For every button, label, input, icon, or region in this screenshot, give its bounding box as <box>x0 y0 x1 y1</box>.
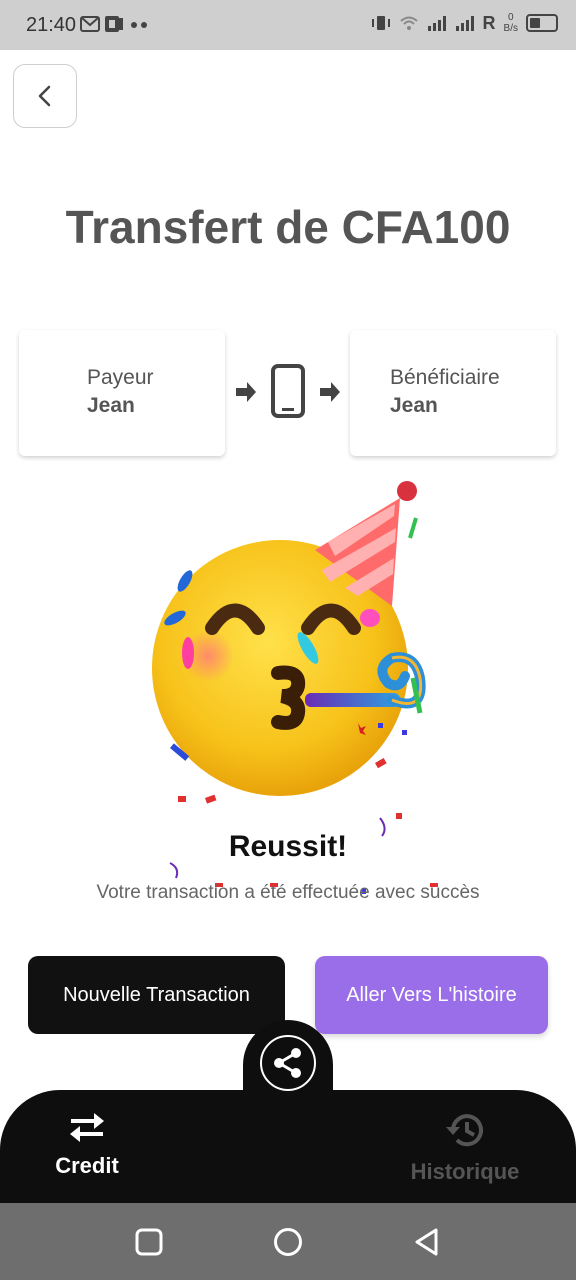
speed-unit: B/s <box>503 23 518 34</box>
success-title: Reussit! <box>228 830 348 863</box>
status-bar: 21:40 R 0 B/s <box>0 0 576 50</box>
battery-icon <box>526 14 558 32</box>
payer-card: Payeur Jean <box>19 330 225 456</box>
go-to-history-button[interactable]: Aller Vers L'histoire <box>315 956 548 1034</box>
signal-icon-1 <box>427 16 446 31</box>
back-nav-icon[interactable] <box>412 1227 442 1257</box>
mail-icon <box>80 16 100 32</box>
status-notification-icons <box>80 15 152 33</box>
chevron-left-icon <box>38 85 51 107</box>
phone-icon <box>271 364 305 418</box>
share-icon <box>274 1048 301 1078</box>
beneficiary-card: Bénéficiaire Jean <box>350 330 556 456</box>
speed-value: 0 <box>507 12 514 23</box>
system-navigation-bar <box>0 1203 576 1280</box>
vibrate-icon <box>371 16 390 30</box>
nav-item-historique[interactable]: Historique <box>395 1110 535 1185</box>
more-dots-icon <box>131 22 147 28</box>
roaming-indicator: R <box>482 12 496 33</box>
nav-item-credit[interactable]: Credit <box>17 1110 157 1179</box>
arrow-right-icon <box>236 382 256 402</box>
wifi-icon <box>399 16 418 30</box>
nav-label-credit: Credit <box>55 1153 119 1178</box>
swap-arrows-icon <box>70 1113 104 1142</box>
status-right-icons: R 0 B/s <box>371 12 558 34</box>
arrow-right-icon <box>320 382 340 402</box>
network-speed: 0 B/s <box>504 12 518 34</box>
recents-icon[interactable] <box>134 1227 164 1257</box>
back-button[interactable] <box>13 64 77 128</box>
payer-role: Payeur <box>87 366 154 389</box>
payer-name: Jean <box>87 394 135 417</box>
app-notification-icon <box>105 16 123 32</box>
share-button[interactable] <box>260 1035 316 1091</box>
beneficiary-role: Bénéficiaire <box>390 366 500 389</box>
new-transaction-button[interactable]: Nouvelle Transaction <box>28 956 285 1034</box>
history-icon <box>446 1114 483 1147</box>
page-title: Transfert de CFA100 <box>65 201 511 253</box>
home-icon[interactable] <box>273 1227 303 1257</box>
transfer-flow <box>236 364 340 418</box>
status-time: 21:40 <box>26 14 77 36</box>
success-message: Votre transaction a été effectuée avec s… <box>96 882 480 903</box>
beneficiary-name: Jean <box>390 394 438 417</box>
signal-icon-2 <box>455 16 474 31</box>
nav-label-historique: Historique <box>410 1159 520 1184</box>
